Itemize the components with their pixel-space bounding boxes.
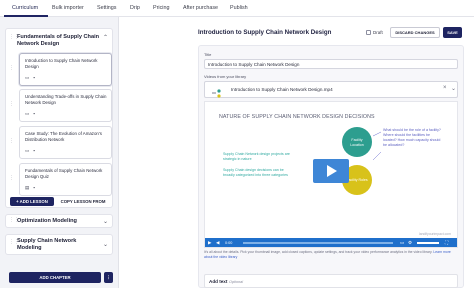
slide-text: Supply Chain design decisions can be bro… xyxy=(223,168,288,177)
optional-label: Optional xyxy=(229,279,244,284)
title-input[interactable]: Introduction to Supply Chain Network Des… xyxy=(204,59,458,69)
tab-after-purchase[interactable]: After purchase xyxy=(183,5,218,11)
lesson-title: Fundamentals of Supply Chain Network Des… xyxy=(25,168,103,179)
drag-handle-icon[interactable]: ⋮ xyxy=(9,66,14,71)
lesson-icons: ▭ ▪ xyxy=(25,75,39,81)
video-select[interactable]: Introduction to Supply Chain Network Des… xyxy=(204,81,458,98)
video-icon: ▭ xyxy=(25,111,30,116)
bubble-label: Facility Location xyxy=(350,138,364,147)
editor-header: Introduction to Supply Chain Network Des… xyxy=(198,27,464,39)
drag-handle-icon[interactable]: ⋮⋮ xyxy=(9,218,19,223)
lesson-title: Introduction to Supply Chain Network Des… xyxy=(25,58,98,69)
drag-handle-icon[interactable]: ⋮ xyxy=(9,139,14,144)
save-button[interactable]: SAVE xyxy=(443,27,462,38)
video-player[interactable]: NATURE OF SUPPLY CHAIN NETWORK DESIGN DE… xyxy=(204,101,458,248)
chapter-card: ⋮⋮ Fundamentals of Supply Chain Network … xyxy=(5,28,113,208)
add-text-section[interactable]: Add text Optional xyxy=(204,274,458,288)
tab-settings[interactable]: Settings xyxy=(97,5,116,11)
video-thumbnail-icon xyxy=(211,85,223,98)
progress-bar[interactable] xyxy=(243,242,393,244)
chapter-card[interactable]: ⋮⋮ Supply Chain Network Modeling ⌄ xyxy=(5,234,113,255)
copy-lesson-button[interactable]: COPY LESSON FROM xyxy=(58,197,108,206)
chapter-card[interactable]: ⋮⋮ Optimization Modeling ⌄ xyxy=(5,214,113,228)
quiz-icon: ▤ xyxy=(25,185,30,190)
volume-slider[interactable] xyxy=(417,242,439,244)
video-controls: ▶ ◀ 0:00 ▭ ⚙ ⛶ xyxy=(205,238,457,247)
video-field-label: Videos from your library xyxy=(204,74,247,79)
video-icon: ▭ xyxy=(25,148,30,153)
helper-text: It's all about the details. Pick your th… xyxy=(204,250,433,254)
top-tab-bar: Curriculum Bulk importer Settings Drip P… xyxy=(0,0,474,17)
checkbox-icon[interactable] xyxy=(366,30,371,36)
tab-curriculum[interactable]: Curriculum xyxy=(12,5,38,11)
lesson-icons: ▭ ▪ xyxy=(25,148,39,154)
lesson-icons: ▤ ▪ xyxy=(25,185,39,191)
comment-icon: ▪ xyxy=(33,148,35,153)
play-icon[interactable]: ▶ xyxy=(208,240,211,246)
watermark: landifyourimpact.com xyxy=(418,232,451,236)
lesson-title: Understanding Trade-offs in Supply Chain… xyxy=(25,94,107,105)
page-title: Introduction to Supply Chain Network Des… xyxy=(198,29,332,36)
chevron-down-icon[interactable]: ⌄ xyxy=(103,218,108,225)
more-options-icon[interactable]: ⋮ xyxy=(104,272,113,283)
comment-icon: ▪ xyxy=(33,75,35,80)
play-button[interactable] xyxy=(313,159,349,183)
slide-text: Supply Chain Network design projects are… xyxy=(223,152,290,161)
draft-label: Draft xyxy=(373,30,383,35)
fullscreen-icon[interactable]: ⛶ xyxy=(445,240,448,245)
lesson-title: Case Study: The Evolution of Amazon's Di… xyxy=(25,131,102,142)
tab-drip[interactable]: Drip xyxy=(130,5,140,11)
drag-handle-icon[interactable]: ⋮ xyxy=(9,102,14,107)
chevron-up-icon[interactable]: ⌃ xyxy=(103,34,108,41)
chevron-down-icon[interactable]: ⌄ xyxy=(451,85,456,92)
drag-handle-icon[interactable]: ⋮⋮ xyxy=(9,35,19,40)
chevron-down-icon[interactable]: ⌄ xyxy=(103,241,108,248)
lesson-item[interactable]: Understanding Trade-offs in Supply Chain… xyxy=(19,89,112,122)
lesson-item[interactable]: Fundamentals of Supply Chain Network Des… xyxy=(19,163,112,196)
captions-icon[interactable]: ▭ xyxy=(400,240,404,246)
lesson-icons: ▭ ▪ xyxy=(25,111,39,117)
comment-icon: ▪ xyxy=(33,185,35,190)
drag-handle-icon[interactable]: ⋮ xyxy=(9,176,14,181)
add-text-label: Add text xyxy=(209,279,228,284)
add-chapter-button[interactable]: ADD CHAPTER xyxy=(9,272,101,283)
curriculum-sidebar: ⋮⋮ Fundamentals of Supply Chain Network … xyxy=(0,17,119,288)
comment-icon: ▪ xyxy=(33,111,35,116)
discard-changes-button[interactable]: DISCARD CHANGES xyxy=(390,27,440,38)
tab-bulk-importer[interactable]: Bulk importer xyxy=(52,5,84,11)
slide-questions: What should be the role of a facility? W… xyxy=(383,128,441,147)
title-field-label: Title xyxy=(204,52,212,57)
tab-publish[interactable]: Publish xyxy=(230,5,248,11)
chapter-title[interactable]: Optimization Modeling xyxy=(17,218,102,225)
draft-toggle[interactable]: Draft xyxy=(366,30,383,36)
slide-title: NATURE OF SUPPLY CHAIN NETWORK DESIGN DE… xyxy=(219,114,375,120)
lesson-item[interactable]: Introduction to Supply Chain Network Des… xyxy=(19,53,112,86)
add-lesson-button[interactable]: + ADD LESSON xyxy=(10,197,54,206)
volume-icon[interactable]: ◀ xyxy=(216,240,219,246)
lesson-item[interactable]: Case Study: The Evolution of Amazon's Di… xyxy=(19,126,112,159)
video-helper-text: It's all about the details. Pick your th… xyxy=(204,250,458,259)
clear-icon[interactable]: × xyxy=(443,85,447,91)
chapter-title[interactable]: Supply Chain Network Modeling xyxy=(17,238,87,252)
video-file-name: Introduction to Supply Chain Network Des… xyxy=(231,87,333,92)
drag-handle-icon[interactable]: ⋮⋮ xyxy=(9,240,19,245)
settings-icon[interactable]: ⚙ xyxy=(408,240,412,246)
tab-pricing[interactable]: Pricing xyxy=(153,5,169,11)
video-icon: ▭ xyxy=(25,75,30,80)
chapter-title[interactable]: Fundamentals of Supply Chain Network Des… xyxy=(17,34,102,48)
time-display: 0:00 xyxy=(225,240,233,245)
